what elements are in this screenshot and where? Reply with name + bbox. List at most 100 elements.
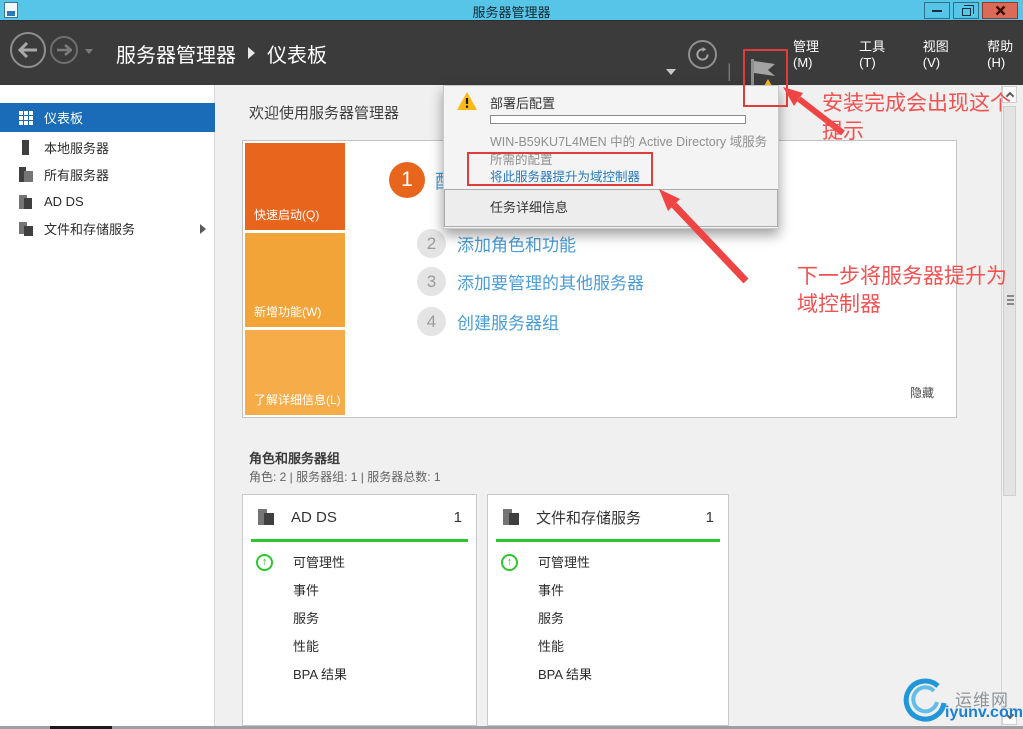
roles-heading: 角色和服务器组 (249, 451, 341, 466)
row-label: 事件 (293, 583, 320, 598)
history-caret-icon[interactable] (85, 49, 93, 54)
learn-more-tab[interactable]: 了解详细信息(L) (245, 330, 345, 415)
task-details-button[interactable]: 任务详细信息 (444, 189, 778, 227)
card-title: AD DS (291, 508, 337, 526)
row-label: BPA 结果 (538, 667, 592, 682)
sidebar-item-ad-ds[interactable]: AD DS (0, 188, 215, 215)
annotation-line: 下一步将服务器提升为 (797, 265, 1007, 288)
row-label: 事件 (538, 583, 565, 598)
roles-summary: 角色: 2 | 服务器组: 1 | 服务器总数: 1 (249, 470, 441, 484)
watermark: 运维网 iyunv.com (898, 676, 1023, 726)
restore-icon (961, 5, 974, 16)
annotation-line: 提示 (822, 120, 864, 143)
up-arrow-icon: ↑ (501, 554, 518, 571)
flag-annotation-rectangle (743, 49, 788, 107)
servers-caret-icon[interactable] (666, 69, 676, 75)
row-performance[interactable]: 性能 (488, 633, 728, 661)
row-label: 可管理性 (538, 555, 591, 570)
breadcrumb-separator-icon (248, 47, 255, 59)
welcome-heading: 欢迎使用服务器管理器 (249, 105, 400, 122)
all-servers-icon (17, 166, 35, 183)
card-rows: ↑ 可管理性 事件 服务 性能 BPA 结果 (243, 549, 476, 689)
sidebar-item-all-servers[interactable]: 所有服务器 (0, 161, 215, 188)
sidebar-item-label: 所有服务器 (44, 168, 110, 183)
step-add-roles-features[interactable]: 2 添加角色和功能 (417, 229, 576, 258)
whats-new-tab[interactable]: 新增功能(W) (245, 233, 345, 327)
step-add-other-servers[interactable]: 3 添加要管理的其他服务器 (417, 267, 644, 296)
iyunv-logo-icon (903, 678, 947, 722)
annotation-line: 安装完成会出现这个 (822, 92, 1011, 115)
annotation-line: 域控制器 (797, 293, 881, 316)
link-annotation-rectangle (467, 152, 653, 186)
ad-ds-icon (17, 194, 35, 210)
sidebar: 仪表板 本地服务器 所有服务器 AD DS 文件和存储服务 (0, 85, 215, 726)
progress-bar (490, 115, 746, 124)
row-label: 服务 (538, 611, 565, 626)
quick-start-tab[interactable]: 快速启动(Q) (245, 143, 345, 230)
learn-more-label: 了解详细信息(L) (254, 393, 341, 407)
window-title: 服务器管理器 (472, 5, 551, 20)
annotation-note-promote: 下一步将服务器提升为 域控制器 (797, 263, 1007, 319)
forward-button[interactable] (50, 36, 78, 64)
card-header[interactable]: 文件和存储服务 1 (488, 495, 728, 539)
row-performance[interactable]: 性能 (243, 633, 476, 661)
row-events[interactable]: 事件 (488, 577, 728, 605)
scrollbar-grip-icon (1007, 295, 1014, 297)
step-create-server-group[interactable]: 4 创建服务器组 (417, 307, 559, 336)
title-bar: 服务器管理器 (0, 0, 1023, 21)
sidebar-item-dashboard[interactable]: 仪表板 (0, 103, 215, 132)
menu-tools[interactable]: 工具(T) (859, 36, 894, 70)
refresh-button[interactable] (688, 40, 717, 69)
vertical-scrollbar[interactable] (1001, 85, 1017, 726)
hide-link[interactable]: 隐藏 (910, 384, 934, 401)
row-manageability[interactable]: ↑ 可管理性 (243, 549, 476, 577)
row-bpa-results[interactable]: BPA 结果 (243, 661, 476, 689)
row-label: 性能 (293, 639, 320, 654)
toolbar-divider: | (727, 61, 732, 81)
row-services[interactable]: 服务 (243, 605, 476, 633)
restore-button[interactable] (953, 2, 979, 19)
local-server-icon (17, 139, 35, 156)
up-arrow-icon: ↑ (256, 554, 273, 571)
row-events[interactable]: 事件 (243, 577, 476, 605)
flyout-message-line1: WIN-B59KU7L4MEN 中的 Active Directory 域服务 (490, 135, 768, 149)
breadcrumb: 服务器管理器 仪表板 (116, 21, 327, 85)
file-storage-icon (17, 221, 35, 237)
row-label: 服务 (293, 611, 320, 626)
menu-manage[interactable]: 管理(M) (793, 36, 830, 70)
sidebar-item-label: 文件和存储服务 (44, 222, 136, 237)
expand-chevron-icon[interactable] (200, 224, 206, 234)
warning-triangle-icon (457, 92, 477, 110)
back-button[interactable] (10, 32, 46, 68)
flyout-title: 部署后配置 (490, 96, 556, 111)
row-label: 可管理性 (293, 555, 346, 570)
back-arrow-icon (18, 42, 37, 58)
card-status-line (251, 539, 468, 542)
nav-bar: 服务器管理器 仪表板 | 管理(M) 工具(T) 视图(V) 帮助(H) (0, 21, 1023, 107)
sidebar-item-file-storage[interactable]: 文件和存储服务 (0, 215, 215, 242)
server-manager-window: 服务器管理器 服务器管理器 仪表板 | 管理(M) 工具(T) 视图(V) 帮助… (0, 0, 1023, 729)
menu-bar: 管理(M) 工具(T) 视图(V) 帮助(H) (793, 21, 1023, 85)
sidebar-item-local-server[interactable]: 本地服务器 (0, 134, 215, 161)
card-header[interactable]: AD DS 1 (243, 495, 476, 539)
row-bpa-results[interactable]: BPA 结果 (488, 661, 728, 689)
row-services[interactable]: 服务 (488, 605, 728, 633)
sidebar-item-label: AD DS (44, 194, 84, 209)
menu-view[interactable]: 视图(V) (923, 36, 958, 70)
minimize-icon (932, 9, 942, 12)
step-label: 添加要管理的其他服务器 (457, 274, 644, 293)
forward-arrow-icon (57, 44, 72, 56)
menu-help[interactable]: 帮助(H) (987, 36, 1023, 70)
step-number: 4 (417, 307, 446, 336)
close-button[interactable] (982, 2, 1018, 19)
annotation-note-install: 安装完成会出现这个 提示 (822, 90, 1011, 146)
row-manageability[interactable]: ↑ 可管理性 (488, 549, 728, 577)
minimize-button[interactable] (924, 2, 950, 19)
step-number: 2 (417, 229, 446, 258)
card-ad-ds: AD DS 1 ↑ 可管理性 事件 服务 性能 BPA 结果 (242, 494, 477, 726)
breadcrumb-root[interactable]: 服务器管理器 (116, 39, 236, 68)
watermark-site: iyunv.com (945, 704, 1023, 721)
step-label: 添加角色和功能 (457, 236, 576, 255)
sidebar-item-label: 仪表板 (44, 111, 84, 126)
sidebar-item-label: 本地服务器 (44, 141, 110, 156)
